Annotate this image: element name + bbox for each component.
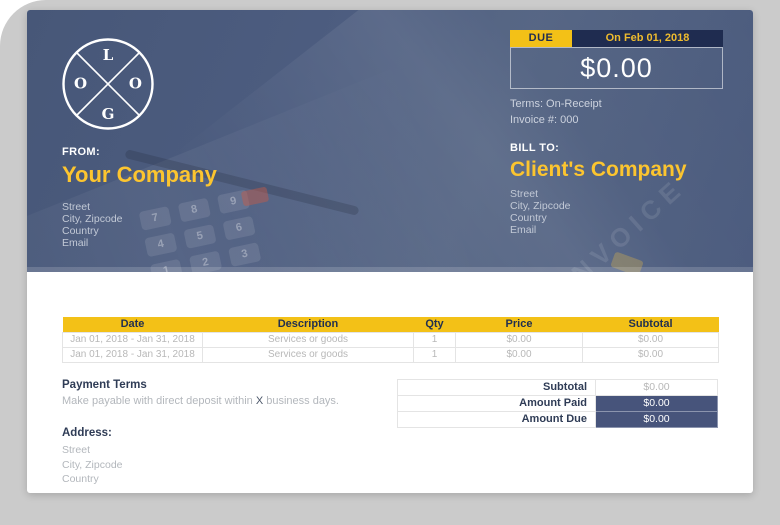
invoice-meta: Terms: On-Receipt Invoice #: 000	[510, 96, 602, 128]
invoice-card: 7 8 9 4 5 6 1 2 3 INVOICE L O O G FROM: …	[27, 10, 753, 493]
invoice-number-line: Invoice #: 000	[510, 114, 579, 126]
from-address-line: Email	[62, 237, 89, 249]
address-line: City, Zipcode	[62, 458, 123, 471]
payment-terms-text: Make payable with direct deposit within …	[62, 395, 339, 407]
from-block: FROM: Your Company Street City, Zipcode …	[62, 146, 217, 249]
item-subtotal-cell: $0.00	[582, 332, 719, 348]
bill-to-address-line: Street	[510, 188, 539, 200]
bill-to-address-line: Email	[510, 224, 537, 236]
item-price-cell: $0.00	[455, 347, 583, 363]
item-date-cell: Jan 01, 2018 - Jan 31, 2018	[62, 347, 203, 363]
payment-terms-title: Payment Terms	[62, 379, 147, 391]
bill-to-label: BILL TO:	[510, 142, 560, 154]
address-line: Country	[62, 473, 99, 485]
due-row: DUE On Feb 01, 2018	[510, 30, 723, 47]
totals-row-amount-due: Amount Due $0.00	[397, 411, 718, 428]
totals-row-amount-paid: Amount Paid $0.00	[397, 395, 718, 412]
column-header-date: Date	[62, 317, 203, 333]
due-badge: DUE	[510, 30, 572, 47]
terms-line: Terms: On-Receipt	[510, 98, 602, 110]
item-qty-cell: 1	[413, 332, 456, 348]
line-item-row: Jan 01, 2018 - Jan 31, 2018 Services or …	[62, 332, 719, 348]
totals-value: $0.00	[595, 411, 718, 428]
from-address-line: Country	[62, 225, 99, 237]
bill-to-address-line: Country	[510, 212, 547, 224]
payment-and-address: Payment Terms Make payable with direct d…	[62, 379, 339, 487]
totals-label: Amount Due	[397, 411, 596, 428]
item-qty-cell: 1	[413, 347, 456, 363]
due-widget: DUE On Feb 01, 2018 $0.00	[510, 30, 723, 89]
column-header-price: Price	[455, 317, 583, 333]
logo-letter: L	[102, 46, 114, 64]
payment-terms-text-after: business days.	[263, 395, 339, 407]
due-date-badge: On Feb 01, 2018	[572, 30, 723, 47]
line-item-row: Jan 01, 2018 - Jan 31, 2018 Services or …	[62, 347, 719, 363]
totals-value: $0.00	[595, 379, 718, 396]
line-items-table: Date Description Qty Price Subtotal Jan …	[62, 317, 719, 363]
line-items-header-row: Date Description Qty Price Subtotal	[62, 317, 719, 333]
logo-letter: O	[74, 74, 88, 93]
address-title: Address:	[62, 427, 112, 439]
from-company-name: Your Company	[62, 162, 217, 187]
totals-label: Amount Paid	[397, 395, 596, 412]
column-header-description: Description	[202, 317, 414, 333]
from-address-line: Street	[62, 201, 91, 213]
invoice-header: 7 8 9 4 5 6 1 2 3 INVOICE L O O G FROM: …	[27, 10, 753, 272]
header-bottom-band	[27, 267, 753, 272]
item-description-cell: Services or goods	[202, 332, 414, 348]
logo-letter: O	[128, 74, 142, 93]
due-amount: $0.00	[510, 47, 723, 89]
item-date-cell: Jan 01, 2018 - Jan 31, 2018	[62, 332, 203, 348]
from-address: Street City, Zipcode Country Email	[62, 201, 217, 249]
totals-row-subtotal: Subtotal $0.00	[397, 379, 718, 396]
address-lines: Street City, Zipcode Country	[62, 443, 339, 487]
bill-to-block: BILL TO: Client's Company Street City, Z…	[510, 142, 687, 236]
item-subtotal-cell: $0.00	[582, 347, 719, 363]
item-price-cell: $0.00	[455, 332, 583, 348]
logo: L O O G	[60, 36, 156, 132]
column-header-subtotal: Subtotal	[582, 317, 719, 333]
bill-to-company-name: Client's Company	[510, 158, 687, 181]
totals-value: $0.00	[595, 395, 718, 412]
from-label: FROM:	[62, 146, 101, 158]
calculator-key: 6	[222, 215, 256, 241]
from-address-line: City, Zipcode	[62, 213, 123, 225]
address-line: Street	[62, 444, 91, 456]
invoice-template-preview: 7 8 9 4 5 6 1 2 3 INVOICE L O O G FROM: …	[0, 0, 780, 525]
totals-label: Subtotal	[397, 379, 596, 396]
bill-to-address: Street City, Zipcode Country Email	[510, 188, 687, 236]
totals-table: Subtotal $0.00 Amount Paid $0.00 Amount …	[397, 379, 718, 428]
logo-letter: G	[101, 105, 115, 123]
bill-to-address-line: City, Zipcode	[510, 200, 571, 212]
lower-section: Payment Terms Make payable with direct d…	[62, 379, 718, 487]
payment-terms-text-before: Make payable with direct deposit within	[62, 395, 256, 407]
column-header-qty: Qty	[413, 317, 456, 333]
item-description-cell: Services or goods	[202, 347, 414, 363]
